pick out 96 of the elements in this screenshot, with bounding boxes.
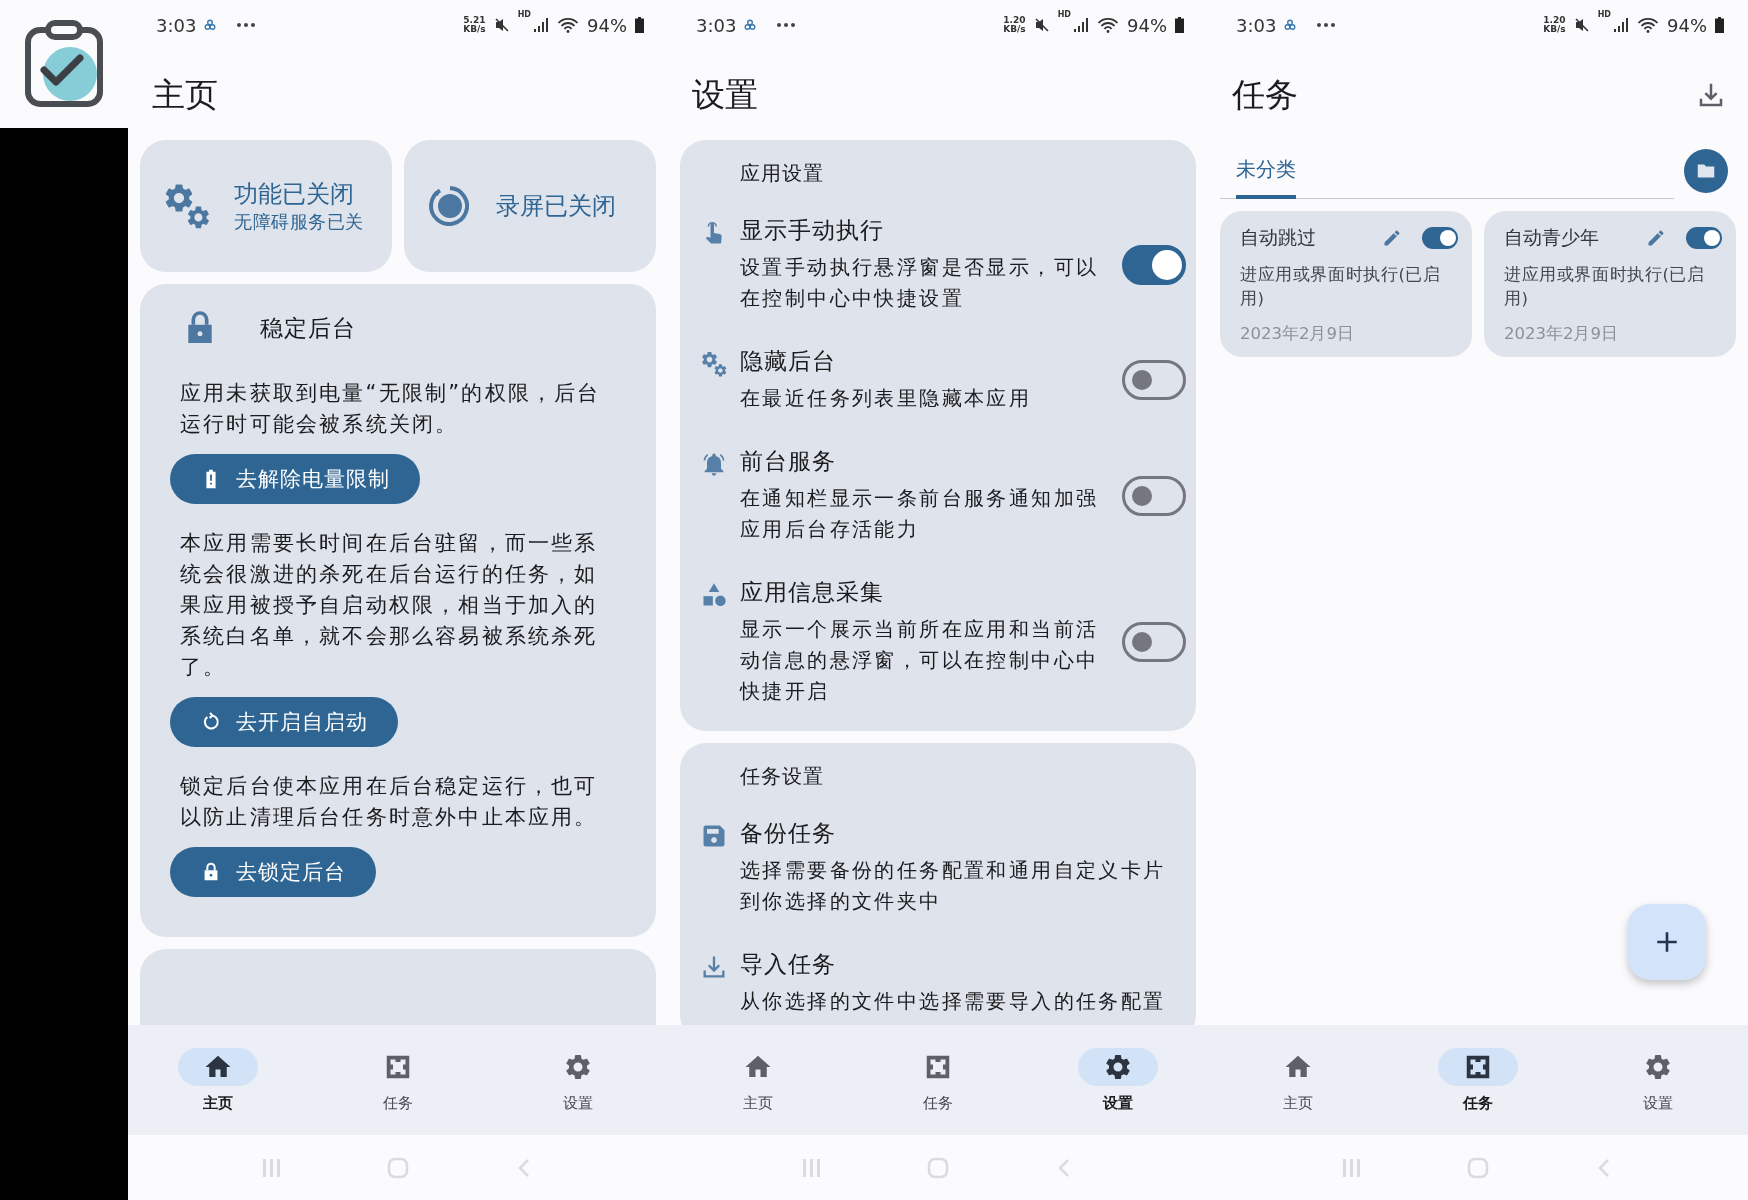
setting-description: 在通知栏显示一条前台服务通知加强应用后台存活能力 — [740, 486, 1100, 543]
task-description: 进应用或界面时执行(已启用) — [1240, 263, 1442, 310]
task-card[interactable]: 自动跳过 进应用或界面时执行(已启用) 2023年2月9日 — [1220, 210, 1472, 357]
signal-icon — [1613, 17, 1629, 33]
signal-icon — [1073, 17, 1089, 33]
more-icon — [776, 22, 797, 28]
battery-icon — [1715, 17, 1724, 33]
network-type: HD — [1057, 10, 1071, 19]
sync-icon — [204, 19, 217, 31]
edit-button[interactable] — [1646, 227, 1666, 248]
network-speed: 1.20 KB/s — [1543, 16, 1566, 34]
nav-tab[interactable]: 设置 — [1568, 1025, 1748, 1135]
plus-icon — [1654, 929, 1680, 955]
status-time: 3:03 — [696, 14, 737, 36]
toggle-switch[interactable] — [1686, 226, 1722, 249]
signal-icon — [533, 17, 549, 33]
status-card[interactable]: 功能已关闭 无障碍服务已关 — [140, 140, 392, 272]
status-card[interactable]: 录屏已关闭 — [404, 140, 656, 272]
card-text: 应用未获取到电量“无限制”的权限，后台运行时可能会被系统关闭。 — [179, 380, 602, 438]
battery-level: 94% — [1667, 14, 1707, 36]
setting-title: 导入任务 — [740, 950, 837, 979]
edit-button[interactable] — [1382, 227, 1402, 248]
nav-tab[interactable]: 主页 — [668, 1025, 848, 1135]
nav-tab[interactable]: 设置 — [488, 1025, 668, 1135]
setting-title: 隐藏后台 — [740, 347, 837, 376]
card-text: 锁定后台使本应用在后台稳定运行，也可以防止清理后台任务时意外中止本应用。 — [179, 773, 599, 831]
nav-tab[interactable]: 主页 — [1208, 1025, 1388, 1135]
setting-description: 显示一个展示当前所在应用和当前活动信息的悬浮窗，可以在控制中心中快捷开启 — [740, 617, 1100, 705]
task-date: 2023年2月9日 — [1504, 322, 1619, 345]
folder-button[interactable] — [1684, 149, 1728, 194]
home-button-icon — [1467, 1156, 1489, 1179]
setting-title: 前台服务 — [740, 447, 837, 476]
battery-icon — [1175, 17, 1184, 33]
nav-tab[interactable]: 任务 — [848, 1025, 1028, 1135]
mute-icon — [1033, 17, 1050, 33]
status-title: 功能已关闭 — [234, 179, 355, 210]
sync-icon — [744, 19, 757, 31]
recents-icon — [800, 1156, 823, 1179]
page-title: 设置 — [692, 73, 759, 116]
wifi-icon — [1637, 17, 1659, 33]
category-tab[interactable]: 未分类 — [1236, 144, 1296, 199]
task-title: 自动跳过 — [1240, 224, 1317, 250]
action-button[interactable]: 去开启自启动 — [170, 697, 398, 747]
add-button[interactable] — [1628, 904, 1706, 980]
app-logo-icon — [24, 20, 104, 108]
network-speed: 5.21 KB/s — [463, 16, 486, 34]
setting-description: 在最近任务列表里隐藏本应用 — [740, 386, 1033, 412]
wifi-icon — [557, 17, 579, 33]
task-title: 自动青少年 — [1504, 224, 1600, 250]
setting-title: 备份任务 — [740, 819, 837, 848]
recents-icon — [260, 1156, 283, 1179]
task-description: 进应用或界面时执行(已启用) — [1504, 263, 1706, 310]
sync-icon — [1284, 19, 1297, 31]
section-title: 应用设置 — [739, 160, 825, 187]
recents-icon — [1340, 1156, 1363, 1179]
setting-title: 显示手动执行 — [740, 216, 885, 245]
action-button[interactable]: 去解除电量限制 — [170, 454, 420, 504]
task-date: 2023年2月9日 — [1240, 322, 1355, 345]
toggle-switch[interactable] — [1122, 244, 1186, 285]
home-button-icon — [387, 1156, 409, 1179]
toggle-switch[interactable] — [1122, 622, 1186, 662]
task-card[interactable]: 自动青少年 进应用或界面时执行(已启用) 2023年2月9日 — [1484, 210, 1736, 357]
gears-icon — [700, 350, 728, 378]
wifi-icon — [1097, 17, 1119, 33]
battery-icon — [635, 17, 644, 33]
setting-description: 从你选择的文件中选择需要导入的任务配置 — [740, 989, 1167, 1015]
more-icon — [236, 22, 257, 28]
status-title: 录屏已关闭 — [496, 191, 616, 222]
battery-level: 94% — [587, 14, 627, 36]
network-speed: 1.20 KB/s — [1003, 16, 1026, 34]
more-icon — [1316, 22, 1337, 28]
status-time: 3:03 — [156, 14, 197, 36]
section-title: 任务设置 — [739, 763, 825, 790]
mute-icon — [1573, 17, 1590, 33]
nav-tab[interactable]: 主页 — [128, 1025, 308, 1135]
home-button-icon — [927, 1156, 949, 1179]
mute-icon — [493, 17, 510, 33]
network-type: HD — [517, 10, 531, 19]
setting-title: 应用信息采集 — [740, 578, 885, 607]
nav-tab[interactable]: 任务 — [308, 1025, 488, 1135]
card-title: 稳定后台 — [260, 313, 356, 343]
setting-description: 设置手动执行悬浮窗是否显示，可以在控制中心中快捷设置 — [740, 255, 1100, 312]
page-title: 主页 — [152, 73, 219, 116]
setting-description: 选择需要备份的任务配置和通用自定义卡片到你选择的文件夹中 — [740, 858, 1167, 915]
network-type: HD — [1597, 10, 1611, 19]
card-text: 本应用需要长时间在后台驻留，而一些系统会很激进的杀死在后台运行的任务，如果应用被授予自启动权限，相当于加入的系统白名单，就不会那么容易被系统杀死了。 — [179, 530, 599, 681]
action-button[interactable]: 去锁定后台 — [170, 847, 376, 897]
status-subtitle: 无障碍服务已关 — [234, 210, 364, 234]
battery-level: 94% — [1127, 14, 1167, 36]
nav-tab[interactable]: 设置 — [1028, 1025, 1208, 1135]
nav-tab[interactable]: 任务 — [1388, 1025, 1568, 1135]
page-title: 任务 — [1232, 73, 1299, 116]
status-time: 3:03 — [1236, 14, 1277, 36]
toggle-switch[interactable] — [1122, 475, 1186, 516]
toggle-switch[interactable] — [1422, 226, 1458, 249]
toggle-switch[interactable] — [1122, 360, 1186, 400]
